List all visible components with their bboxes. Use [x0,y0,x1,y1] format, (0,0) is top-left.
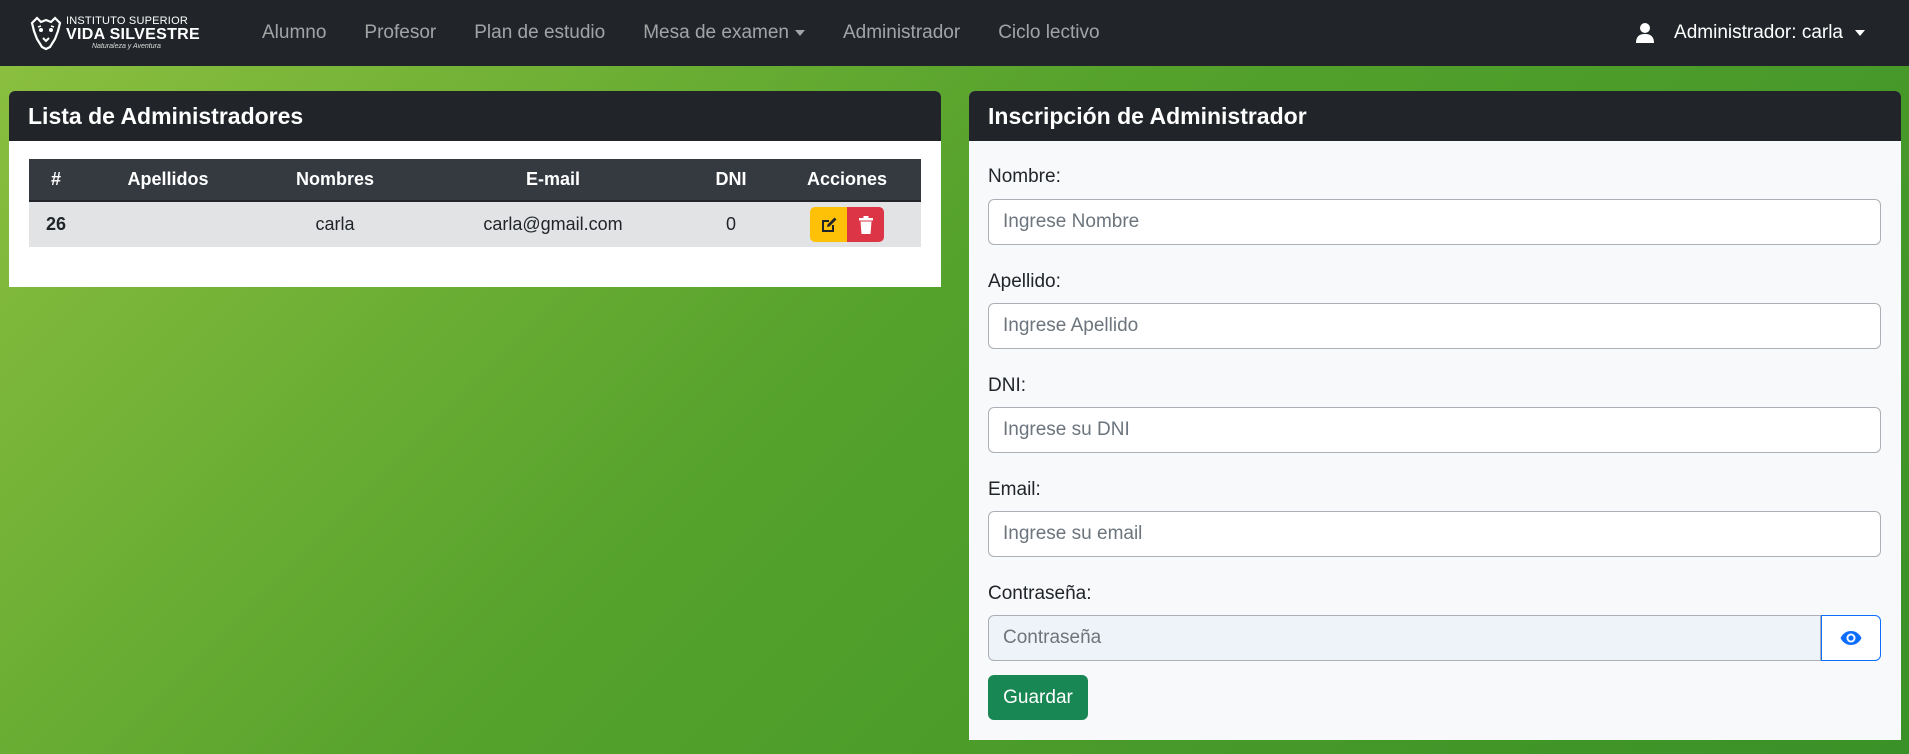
admin-signup-card: Inscripción de Administrador Nombre: Ape… [969,91,1901,740]
nav-link-ciclo-lectivo[interactable]: Ciclo lectivo [998,22,1099,44]
user-icon [1636,23,1655,43]
admin-signup-title: Inscripción de Administrador [969,91,1901,141]
nav-link-profesor[interactable]: Profesor [364,22,436,44]
caret-down-icon [794,29,805,36]
brand-line-3: Naturaleza y Aventura [92,43,161,50]
nombre-label: Nombre: [988,166,1061,187]
dni-input[interactable] [988,407,1881,453]
nav-link-alumno[interactable]: Alumno [262,22,326,44]
delete-button[interactable] [847,207,884,242]
apellido-label: Apellido: [988,271,1061,292]
column-header-dni: DNI [689,159,773,202]
table-header-row: # Apellidos Nombres E-mail DNI Acciones [29,159,921,202]
nav-dropdown-mesa-label: Mesa de examen [643,22,789,43]
cell-email: carla@gmail.com [417,201,689,247]
column-header-apellidos: Apellidos [83,159,253,202]
eye-icon [1840,631,1862,645]
apellido-input[interactable] [988,303,1881,349]
nav-links: Alumno Profesor Plan de estudio Mesa de … [262,0,1138,66]
admin-list-title: Lista de Administradores [9,91,941,141]
user-menu-label: Administrador: carla [1674,22,1843,43]
email-label: Email: [988,479,1041,500]
cell-dni: 0 [689,201,773,247]
admin-signup-form: Nombre: Apellido: DNI: Email: Contraseña… [988,141,1881,661]
cell-nombres: carla [253,201,417,247]
column-header-id: # [29,159,83,202]
password-input-group [988,615,1881,661]
cell-apellidos [83,201,253,247]
password-label: Contraseña: [988,583,1092,604]
brand-logo-link[interactable]: INSTITUTO SUPERIOR VIDA SILVESTRE Natura… [28,14,200,52]
save-button[interactable]: Guardar [988,675,1088,720]
password-input[interactable] [988,615,1821,661]
user-menu-dropdown[interactable]: Administrador: carla [1636,0,1865,66]
cell-actions [773,201,921,247]
admin-table: # Apellidos Nombres E-mail DNI Acciones … [29,159,921,247]
column-header-nombres: Nombres [253,159,417,202]
nav-dropdown-mesa-de-examen[interactable]: Mesa de examen [643,22,805,44]
cell-id: 26 [29,201,83,247]
table-row: 26 carla carla@gmail.com 0 [29,201,921,247]
dni-label: DNI: [988,375,1026,396]
show-password-button[interactable] [1821,615,1881,661]
brand-text: INSTITUTO SUPERIOR VIDA SILVESTRE Natura… [66,16,200,51]
nav-link-plan-de-estudio[interactable]: Plan de estudio [474,22,605,44]
top-navbar: INSTITUTO SUPERIOR VIDA SILVESTRE Natura… [0,0,1909,66]
caret-down-icon [1855,30,1865,36]
nombre-input[interactable] [988,199,1881,245]
admin-list-card: Lista de Administradores # Apellidos Nom… [9,91,941,287]
edit-icon [821,217,836,232]
jaguar-logo-icon [30,16,62,51]
trash-icon [858,215,873,234]
email-input[interactable] [988,511,1881,557]
nav-link-administrador[interactable]: Administrador [843,22,960,44]
row-action-buttons [810,207,884,242]
brand-line-2: VIDA SILVESTRE [66,26,200,43]
edit-button[interactable] [810,207,847,242]
column-header-email: E-mail [417,159,689,202]
column-header-acciones: Acciones [773,159,921,202]
